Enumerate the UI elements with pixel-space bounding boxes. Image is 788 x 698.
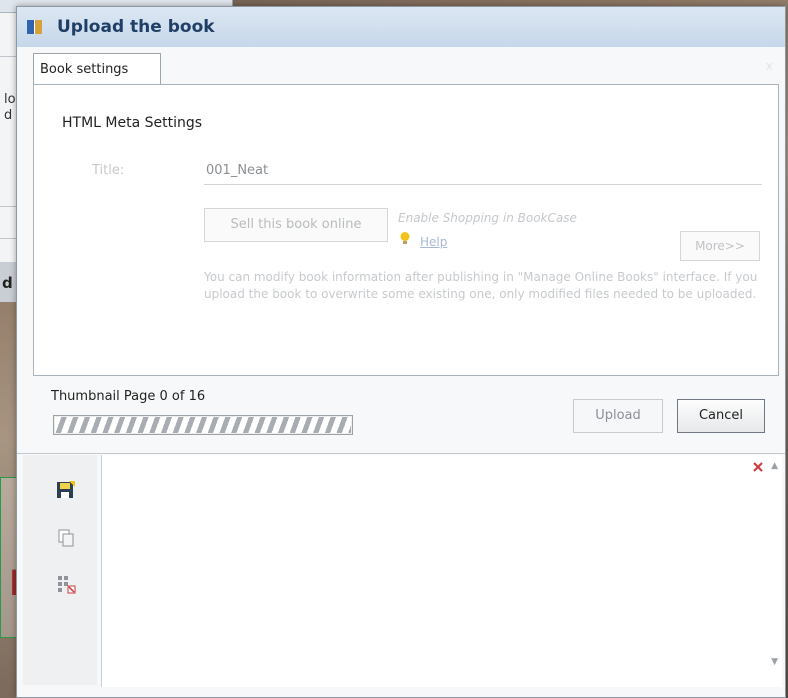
dialog-title: Upload the book — [57, 17, 215, 37]
info-text: You can modify book information after pu… — [204, 270, 758, 301]
copy-icon[interactable] — [55, 527, 77, 549]
section-title: HTML Meta Settings — [62, 115, 203, 131]
more-button[interactable]: More>> — [680, 231, 760, 261]
sell-online-button[interactable]: Sell this book online — [204, 208, 388, 242]
upload-dialog: Upload the book x Book settings HTML Met… — [16, 6, 786, 698]
background-text-line: lo — [4, 92, 16, 107]
log-toolbar — [23, 455, 97, 685]
clear-icon[interactable] — [752, 461, 764, 473]
shopping-note: Enable Shopping in BookCase — [398, 211, 577, 225]
upload-progress-bar — [53, 415, 353, 435]
title-label: Title: — [92, 163, 125, 178]
background-text: lo d — [4, 92, 16, 124]
grid-delete-icon[interactable] — [55, 573, 77, 595]
progress-fill — [55, 417, 351, 433]
scroll-down-icon[interactable]: ▼ — [771, 657, 778, 667]
help-link[interactable]: Help — [420, 235, 447, 249]
cancel-button[interactable]: Cancel — [677, 399, 765, 433]
background-band-label: d — [2, 274, 13, 292]
title-input[interactable] — [204, 155, 762, 185]
dialog-titlebar[interactable]: Upload the book — [17, 7, 785, 47]
title-input-value: 001_Neat — [206, 163, 269, 178]
book-app-icon — [27, 20, 42, 34]
background-text-line: d — [4, 108, 13, 123]
lightbulb-icon — [400, 232, 410, 244]
save-icon[interactable] — [55, 479, 77, 501]
log-output-area[interactable]: ▲ ▼ — [101, 455, 782, 687]
upload-button[interactable]: Upload — [573, 399, 663, 433]
tab-book-settings[interactable]: Book settings — [33, 53, 161, 85]
close-button[interactable]: x — [766, 59, 773, 73]
thumbnail-status: Thumbnail Page 0 of 16 — [51, 389, 206, 404]
book-settings-panel: HTML Meta Settings Title: 001_Neat Sell … — [33, 84, 779, 376]
scroll-up-icon[interactable]: ▲ — [771, 461, 778, 471]
dialog-separator — [17, 453, 785, 454]
